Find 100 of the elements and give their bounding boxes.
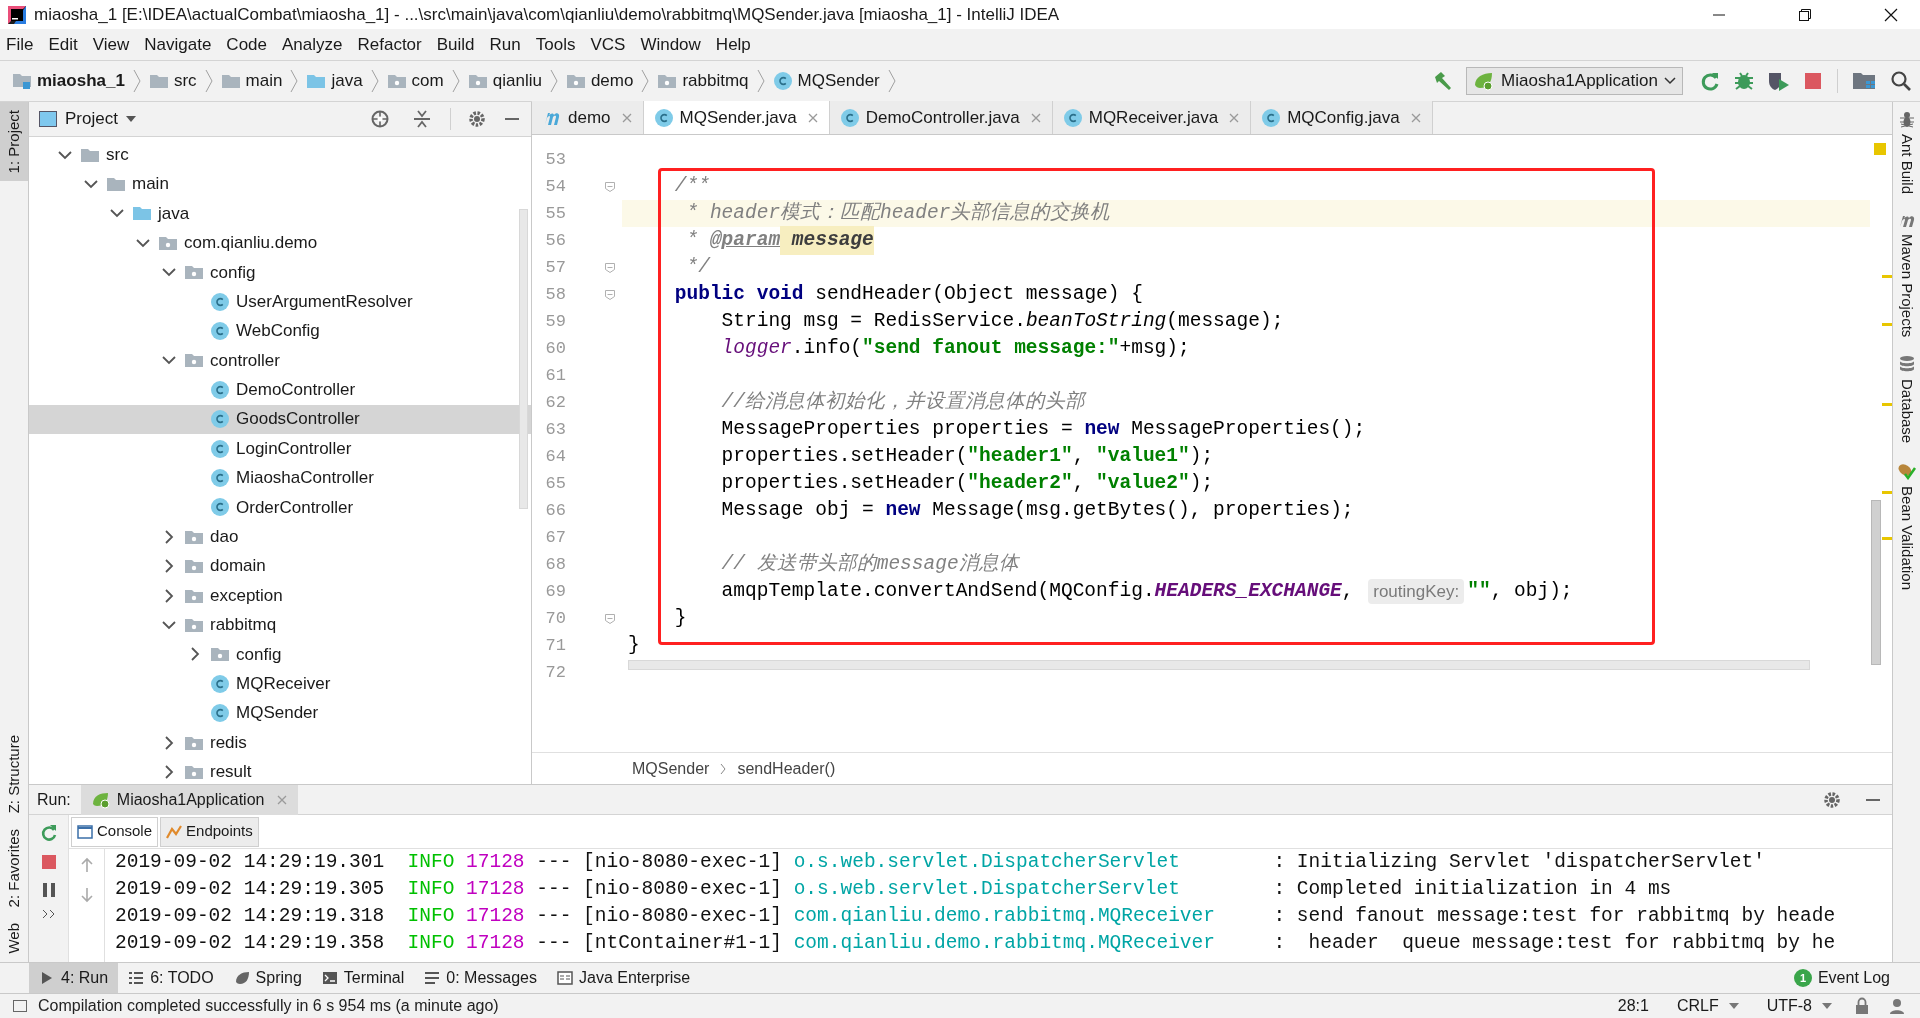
cursor-position[interactable]: 28:1	[1617, 994, 1649, 1018]
line-separator-selector[interactable]: CRLF	[1676, 994, 1719, 1018]
project-view-selector[interactable]: Project	[39, 106, 136, 132]
editor-tab[interactable]: MQConfig.java	[1251, 101, 1433, 134]
editor-tab[interactable]: MQSender.java	[643, 101, 830, 134]
tool-window-button[interactable]: Web	[0, 915, 28, 962]
tree-item[interactable]: DemoController	[29, 375, 531, 405]
coverage-icon[interactable]	[1767, 70, 1791, 92]
tool-window-button[interactable]: Maven Projects	[1895, 212, 1918, 338]
project-structure-icon[interactable]	[1852, 70, 1876, 92]
more-icon[interactable]	[41, 909, 56, 919]
tree-item[interactable]: WebConfig	[29, 316, 531, 346]
tool-window-button[interactable]: Bean Validation	[1895, 461, 1918, 590]
menu-item[interactable]: Code	[226, 31, 267, 58]
horizontal-scrollbar[interactable]	[628, 660, 1810, 670]
breadcrumb-item[interactable]: qianliu	[467, 68, 550, 94]
menu-item[interactable]: Edit	[48, 31, 78, 58]
breadcrumb-item[interactable]: demo	[565, 68, 642, 94]
settings-icon[interactable]	[467, 109, 487, 129]
scrollbar[interactable]	[1871, 500, 1881, 665]
close-icon[interactable]	[1228, 111, 1241, 124]
fold-marker-icon[interactable]	[604, 180, 616, 193]
search-icon[interactable]	[1890, 70, 1912, 92]
tool-window-button[interactable]: 4: Run	[29, 962, 119, 994]
close-icon[interactable]	[276, 793, 289, 806]
tool-window-button[interactable]: 2: Favorites	[0, 821, 28, 916]
tool-window-button[interactable]: 1: Project	[0, 102, 28, 182]
tool-window-button[interactable]: Z: Structure	[0, 726, 28, 822]
tree-item[interactable]: domain	[29, 551, 531, 581]
close-icon[interactable]	[1409, 111, 1422, 124]
breadcrumb-item[interactable]: rabbitmq	[657, 68, 757, 94]
close-icon[interactable]	[620, 111, 633, 124]
console-tab[interactable]: Endpoints	[160, 816, 259, 847]
menu-item[interactable]: Run	[489, 31, 521, 58]
breadcrumb-item[interactable]: java	[306, 68, 371, 94]
tree-item[interactable]: result	[29, 757, 531, 784]
fold-marker-icon[interactable]	[604, 612, 616, 625]
tree-item[interactable]: exception	[29, 580, 531, 611]
tree-item[interactable]: controller	[29, 345, 531, 376]
menu-item[interactable]: Analyze	[282, 31, 343, 58]
tree-item[interactable]: main	[29, 169, 531, 199]
breadcrumb-item[interactable]: MQSender	[632, 756, 710, 781]
tree-item[interactable]: dao	[29, 522, 531, 552]
tree-item[interactable]: java	[29, 198, 531, 229]
breadcrumb-item[interactable]: com	[386, 68, 452, 94]
scroll-down-icon[interactable]	[79, 887, 94, 903]
tree-item[interactable]: src	[29, 140, 531, 170]
tree-item[interactable]: config	[29, 257, 531, 287]
breadcrumb-item[interactable]: src	[148, 68, 205, 94]
menu-item[interactable]: Tools	[535, 31, 576, 58]
tool-window-button[interactable]: Spring	[223, 962, 312, 994]
menu-item[interactable]: Navigate	[144, 31, 212, 58]
breadcrumb-item[interactable]: main	[220, 68, 291, 94]
tool-window-button[interactable]: 0: Messages	[414, 962, 547, 994]
fold-marker-icon[interactable]	[604, 288, 616, 301]
breadcrumb-item[interactable]: miaosha_1	[12, 68, 133, 94]
tree-item[interactable]: MQSender	[29, 698, 531, 728]
menu-item[interactable]: View	[92, 31, 130, 58]
menu-item[interactable]: Refactor	[357, 31, 422, 58]
scrollbar[interactable]	[519, 209, 528, 509]
stop-icon[interactable]	[1803, 71, 1823, 91]
settings-icon[interactable]	[1822, 789, 1842, 810]
scroll-up-icon[interactable]	[79, 857, 94, 873]
locate-icon[interactable]	[370, 109, 390, 129]
fold-marker-icon[interactable]	[604, 261, 616, 274]
editor-tab[interactable]: MQReceiver.java	[1052, 101, 1252, 134]
tool-window-button[interactable]: 6: TODO	[118, 962, 224, 994]
collapse-all-icon[interactable]	[412, 109, 432, 129]
breadcrumb-item[interactable]: sendHeader()	[737, 756, 836, 781]
tree-item[interactable]: OrderController	[29, 492, 531, 523]
tool-window-button[interactable]: Terminal	[311, 962, 415, 994]
tree-item[interactable]: LoginController	[29, 433, 531, 464]
breadcrumb-item[interactable]: MQSender	[772, 68, 888, 94]
run-tab[interactable]: Miaosha1Application	[80, 784, 299, 815]
tree-item[interactable]: MiaoshaController	[29, 463, 531, 493]
editor-tab[interactable]: demo	[532, 101, 644, 134]
console-tab[interactable]: Console	[71, 816, 159, 847]
stop-icon[interactable]	[39, 853, 58, 871]
tree-item[interactable]: MQReceiver	[29, 669, 531, 699]
editor-tab[interactable]: DemoController.java	[829, 101, 1053, 134]
debug-icon[interactable]	[1733, 70, 1755, 92]
status-toggle-icon[interactable]	[12, 998, 28, 1014]
event-log-button[interactable]: 1 Event Log	[1793, 966, 1920, 990]
rerun-icon[interactable]	[1699, 70, 1721, 92]
menu-item[interactable]: Help	[715, 31, 751, 58]
tool-window-button[interactable]: Database	[1895, 355, 1918, 444]
run-config-dropdown[interactable]: Miaosha1Application	[1466, 67, 1683, 95]
menu-item[interactable]: Build	[436, 31, 475, 58]
inspector-icon[interactable]	[1888, 997, 1906, 1015]
tool-window-button[interactable]: Ant Build	[1895, 110, 1918, 195]
tool-window-button[interactable]: Java Enterprise	[547, 962, 701, 994]
close-icon[interactable]	[1029, 111, 1042, 124]
tree-item[interactable]: redis	[29, 727, 531, 758]
encoding-selector[interactable]: UTF-8	[1766, 994, 1812, 1018]
tree-item[interactable]: GoodsController	[29, 404, 531, 434]
menu-item[interactable]: File	[6, 31, 34, 58]
tree-item[interactable]: UserArgumentResolver	[29, 286, 531, 317]
menu-item[interactable]: VCS	[590, 31, 626, 58]
menu-item[interactable]: Window	[640, 31, 701, 58]
lock-icon[interactable]	[1854, 997, 1870, 1015]
